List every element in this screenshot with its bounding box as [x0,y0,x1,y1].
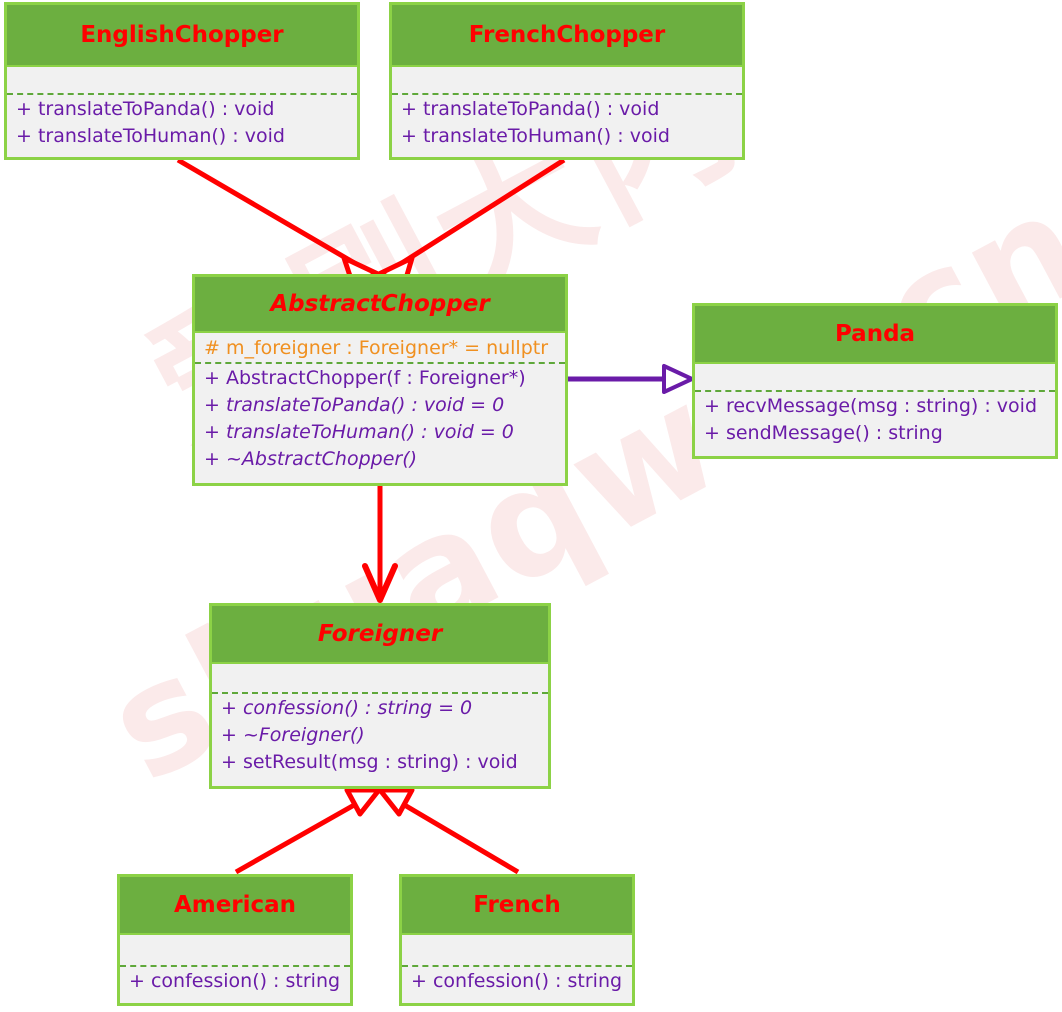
class-name-french: French [473,891,561,918]
operation-item: + translateToHuman() : void [401,125,670,147]
operation-item: + confession() : string [411,970,623,992]
class-header-abstract-chopper: AbstractChopper [195,277,565,333]
operation-item: + ~AbstractChopper() [204,448,418,470]
class-name-abstract-chopper: AbstractChopper [270,290,490,317]
class-header-english-chopper: EnglishChopper [7,5,357,67]
class-box-abstract-chopper[interactable]: AbstractChopper # m_foreigner : Foreigne… [192,274,568,486]
operation-item: + translateToPanda() : void = 0 [204,394,505,416]
class-header-french-chopper: FrenchChopper [392,5,742,67]
class-box-french-chopper[interactable]: FrenchChopper + translateToPanda() : voi… [389,2,745,160]
class-name-american: American [173,891,297,918]
relation-abstract-chopper-to-panda [568,364,694,394]
class-header-french: French [402,877,632,935]
operation-item: + translateToHuman() : void [16,125,285,147]
uml-diagram-canvas: 爱刷大内 shuaqwencn EnglishChopper + transla… [0,0,1062,1012]
relation-french-chopper-to-abstract-chopper [376,157,566,285]
operation-item: + confession() : string [129,970,341,992]
attribute-item: # m_foreigner : Foreigner* = nullptr [204,337,549,359]
attributes-french-chopper [392,67,742,93]
operations-american: + confession() : string [120,967,350,998]
relation-english-chopper-to-abstract-chopper [176,157,381,285]
class-box-foreigner[interactable]: Foreigner + confession() : string = 0 + … [209,603,551,789]
operation-item: + recvMessage(msg : string) : void [704,395,1038,417]
operation-item: + sendMessage() : string [704,422,943,444]
attributes-foreigner [212,664,548,692]
class-name-foreigner: Foreigner [317,620,443,647]
operations-french: + confession() : string [402,967,632,998]
operation-item: + AbstractChopper(f : Foreigner*) [204,367,526,389]
operation-item: + translateToPanda() : void [401,98,660,120]
attributes-american [120,935,350,965]
class-box-french[interactable]: French + confession() : string [399,874,635,1006]
operation-item: + confession() : string = 0 [221,697,473,719]
class-box-american[interactable]: American + confession() : string [117,874,353,1006]
relation-abstract-chopper-to-foreigner [362,486,398,603]
operation-item: + translateToHuman() : void = 0 [204,421,514,443]
attributes-english-chopper [7,67,357,93]
attributes-panda [695,364,1055,390]
class-box-panda[interactable]: Panda + recvMessage(msg : string) : void… [692,303,1058,459]
operation-item: + translateToPanda() : void [16,98,275,120]
operation-item: + setResult(msg : string) : void [221,751,518,773]
operation-item: + ~Foreigner() [221,724,365,746]
class-box-english-chopper[interactable]: EnglishChopper + translateToPanda() : vo… [4,2,360,160]
attributes-abstract-chopper: # m_foreigner : Foreigner* = nullptr [195,333,565,362]
operations-english-chopper: + translateToPanda() : void + translateT… [7,95,357,153]
relation-american-to-foreigner [234,787,382,875]
attributes-french [402,935,632,965]
operations-french-chopper: + translateToPanda() : void + translateT… [392,95,742,153]
class-header-panda: Panda [695,306,1055,364]
relation-french-to-foreigner [377,787,520,875]
class-name-french-chopper: FrenchChopper [468,21,666,48]
class-name-english-chopper: EnglishChopper [80,21,284,48]
class-header-foreigner: Foreigner [212,606,548,664]
class-name-panda: Panda [834,320,916,347]
operations-panda: + recvMessage(msg : string) : void + sen… [695,392,1055,450]
operations-foreigner: + confession() : string = 0 + ~Foreigner… [212,694,548,779]
operations-abstract-chopper: + AbstractChopper(f : Foreigner*) + tran… [195,364,565,476]
class-header-american: American [120,877,350,935]
